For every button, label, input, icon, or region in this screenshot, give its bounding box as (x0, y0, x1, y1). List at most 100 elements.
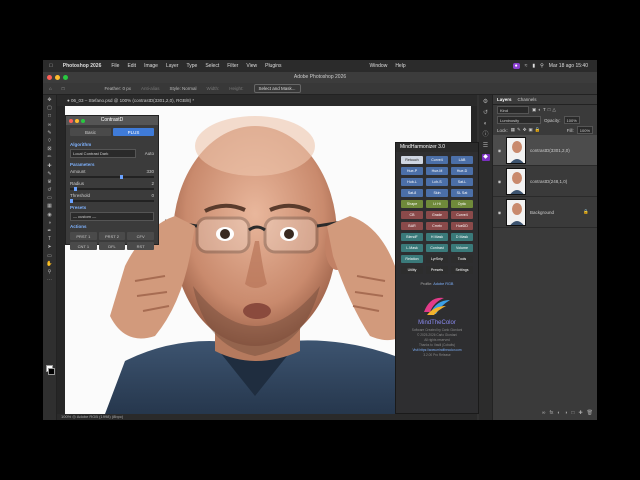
hand-tool-icon[interactable]: ✋ (46, 261, 54, 267)
wifi-icon[interactable]: ≈ (525, 63, 528, 69)
height-field[interactable]: Height: (229, 86, 243, 91)
mask-icon[interactable]: ◐ (557, 410, 560, 418)
layer-name[interactable]: Background (530, 210, 554, 215)
layer-name[interactable]: contrastD(3301,2,0) (530, 148, 570, 153)
artboard-tool-icon[interactable]: ▢ (46, 105, 54, 111)
move-tool-icon[interactable]: ✥ (46, 97, 54, 103)
mh-button[interactable]: Presets (426, 266, 448, 274)
history-icon[interactable]: ↺ (482, 110, 490, 117)
menu-plugins[interactable]: Plugins (265, 63, 281, 69)
amount-slider[interactable] (70, 175, 154, 179)
mh-button[interactable]: BAR (401, 222, 423, 230)
properties-icon[interactable]: ☰ (482, 143, 490, 150)
link-layers-icon[interactable]: ∞ (542, 410, 546, 418)
blend-mode-select[interactable]: Luminosity (497, 116, 541, 124)
mh-button[interactable]: LyrSnip (426, 255, 448, 263)
action-button[interactable]: CFV (127, 232, 154, 240)
marquee-tool-icon[interactable]: □ (62, 86, 65, 91)
menu-layer[interactable]: Layer (166, 63, 179, 69)
mh-button[interactable]: Utility (401, 266, 423, 274)
mh-button[interactable]: H Mask (426, 233, 448, 241)
mh-button[interactable]: Shape (401, 200, 423, 208)
clone-stamp-icon[interactable]: ♛ (46, 179, 54, 185)
threshold-slider-handle[interactable] (70, 199, 73, 203)
mh-button[interactable]: LAB (451, 156, 473, 164)
mh-button[interactable]: Volume (451, 244, 473, 252)
visibility-eye-icon[interactable]: ◉ (497, 210, 502, 215)
battery-icon[interactable]: ▮ (532, 63, 535, 69)
menu-file[interactable]: File (111, 63, 119, 69)
filter-icons[interactable]: ▣◐T□△ (532, 107, 558, 113)
path-select-icon[interactable]: ➤ (46, 244, 54, 250)
amount-value[interactable]: 330 (146, 169, 154, 174)
mh-button[interactable]: Hub-L (401, 178, 423, 186)
gradient-tool-icon[interactable]: ▦ (46, 203, 54, 209)
mh-button[interactable]: Curve4 (451, 211, 473, 219)
action-button[interactable]: CNT 1 (70, 242, 97, 250)
app-menu[interactable]: Photoshop 2026 (63, 63, 102, 69)
mh-button[interactable]: BlendF (401, 233, 423, 241)
mh-button[interactable]: Sat-8 (401, 189, 423, 197)
auto-checkbox[interactable]: Auto (145, 151, 154, 156)
tab-layers[interactable]: Layers (497, 97, 512, 102)
more-tools-icon[interactable]: ⋯ (46, 277, 54, 283)
eyedropper-icon[interactable]: ✏ (46, 154, 54, 160)
mh-button[interactable]: CB (401, 211, 423, 219)
trash-icon[interactable]: 🗑 (587, 410, 593, 418)
quick-select-icon[interactable]: ✎ (46, 130, 54, 136)
menu-help[interactable]: Help (395, 63, 405, 69)
visibility-eye-icon[interactable]: ◉ (497, 179, 502, 184)
layer-name[interactable]: contrastD(248,1,0) (530, 179, 567, 184)
record-icon[interactable]: ● (512, 63, 520, 69)
menu-type[interactable]: Type (186, 63, 197, 69)
radius-slider[interactable] (70, 187, 154, 191)
close-window-icon[interactable] (47, 75, 52, 80)
layer-row[interactable]: ◉ Background 🔒 (493, 197, 597, 228)
amount-slider-handle[interactable] (120, 175, 124, 179)
lock-icons[interactable]: ▦✎✥▣🔒 (511, 127, 543, 133)
threshold-value[interactable]: 0 (151, 193, 154, 198)
mh-button[interactable]: L.Mask (401, 244, 423, 252)
apple-icon[interactable]:  (49, 63, 53, 69)
action-button[interactable]: RST (127, 242, 154, 250)
mh-button[interactable]: Relation (401, 255, 423, 263)
mh-button[interactable]: Hue-P (401, 167, 423, 175)
menu-window[interactable]: Window (370, 63, 388, 69)
expand-panel-icon[interactable] (81, 118, 85, 123)
mh-button[interactable]: Lt Hi (426, 200, 448, 208)
blur-tool-icon[interactable]: ◉ (46, 212, 54, 218)
mh-button[interactable]: Crnrtx (426, 222, 448, 230)
background-color-swatch[interactable] (48, 368, 55, 375)
profile-value[interactable]: Adobe RGB (433, 282, 453, 286)
mh-button[interactable]: Grade (426, 211, 448, 219)
mh-button[interactable]: Contrast (426, 244, 448, 252)
eraser-tool-icon[interactable]: ▭ (46, 195, 54, 201)
layer-row[interactable]: ◉ contrastD(248,1,0) (493, 166, 597, 197)
crop-tool-icon[interactable]: ⌔ (46, 138, 54, 144)
home-icon[interactable]: ⌂ (49, 86, 52, 91)
action-button[interactable]: DFL (98, 242, 126, 250)
frame-tool-icon[interactable]: ⊠ (46, 146, 54, 152)
mindharmonizer-title-bar[interactable]: MindHarmonizer 3.0 (396, 143, 478, 152)
preset-select[interactable]: — custom — (70, 212, 154, 221)
type-tool-icon[interactable]: T (46, 236, 54, 242)
lasso-tool-icon[interactable]: ∞ (46, 122, 54, 128)
marquee-tool-icon[interactable]: □ (46, 113, 54, 119)
dodge-tool-icon[interactable]: ◑ (46, 220, 54, 226)
layer-row[interactable]: ◉ contrastD(3301,2,0) (493, 135, 597, 166)
adjustments-icon[interactable]: ◐ (482, 121, 490, 128)
radius-slider-handle[interactable] (74, 187, 78, 191)
mh-button[interactable]: Optic (451, 200, 473, 208)
document-tab[interactable]: ● 06_03 – Stefano.psd @ 100% (contrastD(… (57, 95, 477, 106)
rectangle-tool-icon[interactable]: ▭ (46, 253, 54, 259)
close-panel-icon[interactable] (69, 118, 73, 123)
healing-brush-icon[interactable]: ✚ (46, 163, 54, 169)
plugin-icon[interactable]: ◆ (481, 154, 490, 161)
action-button[interactable]: PRST 2 (98, 232, 126, 240)
visibility-eye-icon[interactable]: ◉ (497, 148, 502, 153)
info-icon[interactable]: ⓘ (482, 132, 490, 139)
opacity-field[interactable]: 100% (563, 116, 580, 124)
zoom-window-icon[interactable] (63, 75, 68, 80)
lock-icon[interactable]: 🔒 (583, 209, 589, 215)
mh-button[interactable]: HueDD (451, 222, 473, 230)
